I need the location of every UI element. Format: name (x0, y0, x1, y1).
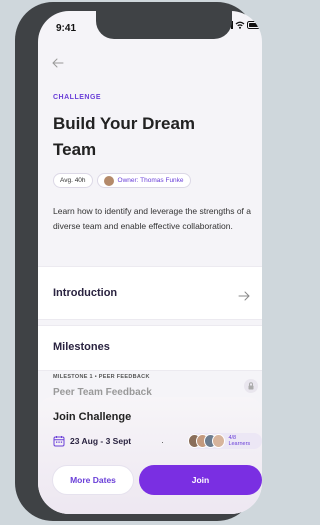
avg-duration-label: Avg. 40h (60, 177, 86, 184)
milestone-number: MILESTONE 1 (53, 374, 93, 380)
page-title: Build Your Dream Team (53, 114, 196, 159)
meta-chips: Avg. 40h Owner: Thomas Funke (53, 173, 191, 188)
avg-duration-chip: Avg. 40h (53, 173, 93, 188)
join-title: Join Challenge (53, 411, 132, 423)
arrow-right-icon (238, 291, 250, 301)
owner-label: Owner: Thomas Funke (117, 177, 184, 184)
learners-badge[interactable]: 4/8 Learners (188, 433, 262, 449)
status-time: 9:41 (56, 23, 77, 34)
introduction-section[interactable]: Introduction (38, 266, 262, 320)
app-screen: 9:41 CHALLENGE Build Your Dream Team Avg… (38, 11, 262, 514)
owner-avatar (103, 175, 114, 186)
milestones-label: Milestones (53, 341, 110, 353)
join-button[interactable]: Join (139, 465, 262, 495)
back-button[interactable] (52, 55, 64, 73)
owner-chip[interactable]: Owner: Thomas Funke (96, 173, 191, 188)
introduction-label: Introduction (53, 287, 118, 299)
learners-count: 4/8 Learners (228, 435, 251, 447)
date-range: 23 Aug - 3 Sept (70, 436, 132, 446)
challenge-description: Learn how to identify and leverage the s… (53, 206, 251, 231)
lock-icon (244, 379, 258, 393)
join-sheet: Join Challenge 23 Aug - 3 Sept · 4/8 Lea… (38, 397, 262, 514)
calendar-icon (53, 436, 65, 447)
wifi-icon (235, 21, 245, 29)
arrow-left-icon (52, 58, 64, 68)
device-notch (96, 11, 232, 39)
milestone-type: PEER FEEDBACK (98, 374, 150, 380)
more-dates-button[interactable]: More Dates (52, 465, 134, 495)
challenge-eyebrow: CHALLENGE (53, 94, 102, 101)
date-row[interactable]: 23 Aug - 3 Sept (53, 435, 131, 447)
milestones-section[interactable]: Milestones (38, 325, 262, 371)
phone-frame: 9:41 CHALLENGE Build Your Dream Team Avg… (15, 2, 262, 521)
battery-icon (247, 21, 262, 29)
introduction-arrow (238, 288, 250, 306)
learner-avatar (212, 434, 226, 448)
milestone-meta: MILESTONE 1 • PEER FEEDBACK (53, 374, 150, 380)
separator-dot: · (161, 437, 164, 447)
